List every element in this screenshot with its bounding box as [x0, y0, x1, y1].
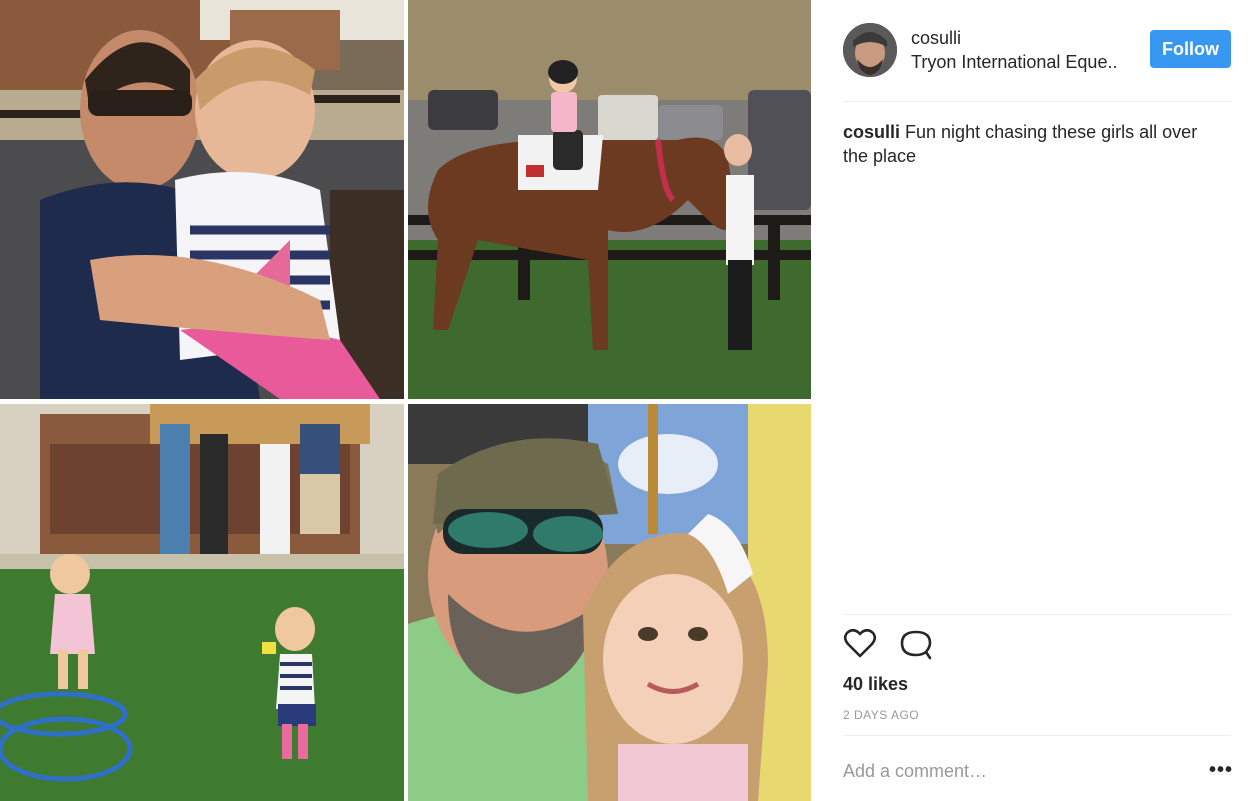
post-sidebar: cosulli Tryon International Eque.. Follo… [811, 0, 1259, 801]
photo-girl-on-horse [408, 0, 811, 399]
photo-collage[interactable] [0, 0, 811, 801]
follow-button[interactable]: Follow [1150, 30, 1231, 68]
post-header: cosulli Tryon International Eque.. Follo… [843, 20, 1231, 80]
likes-count[interactable]: 40 likes [843, 674, 908, 695]
username-link[interactable]: cosulli [911, 28, 961, 49]
post-timestamp[interactable]: 2 DAYS AGO [843, 708, 919, 722]
heart-icon[interactable] [843, 627, 877, 661]
caption-username-link[interactable]: cosulli [843, 122, 900, 142]
actions-divider [843, 614, 1231, 615]
avatar[interactable] [843, 23, 897, 77]
header-divider [843, 101, 1231, 102]
photo-father-and-daughter-selfie [408, 404, 811, 801]
action-bar [843, 627, 951, 661]
comment-input[interactable] [843, 757, 1183, 785]
photo-kids-with-hula-hoops [0, 404, 404, 801]
comment-divider [843, 735, 1231, 736]
location-link[interactable]: Tryon International Eque.. [911, 52, 1117, 73]
more-options-icon[interactable]: ••• [1209, 760, 1233, 782]
post-caption: cosulli Fun night chasing these girls al… [843, 120, 1223, 168]
photo-mother-and-toddler [0, 0, 404, 399]
comment-icon[interactable] [899, 627, 933, 661]
